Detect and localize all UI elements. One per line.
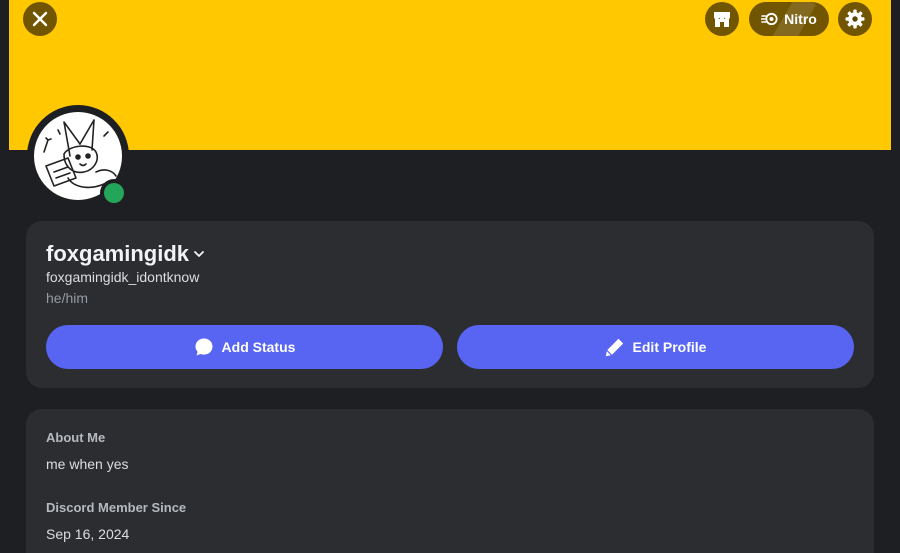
edit-profile-button[interactable]: Edit Profile	[457, 325, 854, 369]
speech-bubble-icon	[195, 338, 213, 356]
add-status-label: Add Status	[221, 339, 296, 355]
online-status-indicator	[104, 183, 124, 203]
about-me-text: me when yes	[46, 456, 129, 472]
pencil-icon	[605, 338, 623, 357]
shop-button[interactable]	[705, 2, 739, 36]
username: foxgamingidk_idontknow	[46, 269, 200, 285]
chevron-down-icon	[194, 251, 204, 257]
close-icon	[32, 11, 48, 27]
about-card: About Me me when yes Discord Member Sinc…	[26, 409, 874, 553]
about-me-label: About Me	[46, 430, 106, 445]
edit-profile-label: Edit Profile	[632, 339, 707, 355]
close-button[interactable]	[23, 2, 57, 36]
nitro-label: Nitro	[784, 11, 817, 27]
display-name: foxgamingidk	[46, 241, 190, 266]
gear-icon	[845, 9, 865, 29]
shop-icon	[714, 12, 730, 27]
member-since-label: Discord Member Since	[46, 500, 187, 515]
profile-card: foxgamingidk foxgamingidk_idontknow he/h…	[26, 221, 874, 388]
nitro-button[interactable]: Nitro	[749, 2, 829, 36]
member-since-date: Sep 16, 2024	[46, 526, 130, 542]
settings-button[interactable]	[838, 2, 872, 36]
add-status-button[interactable]: Add Status	[46, 325, 443, 369]
display-name-row[interactable]: foxgamingidk	[46, 241, 205, 267]
pronouns: he/him	[46, 290, 89, 306]
nitro-icon	[761, 12, 778, 26]
